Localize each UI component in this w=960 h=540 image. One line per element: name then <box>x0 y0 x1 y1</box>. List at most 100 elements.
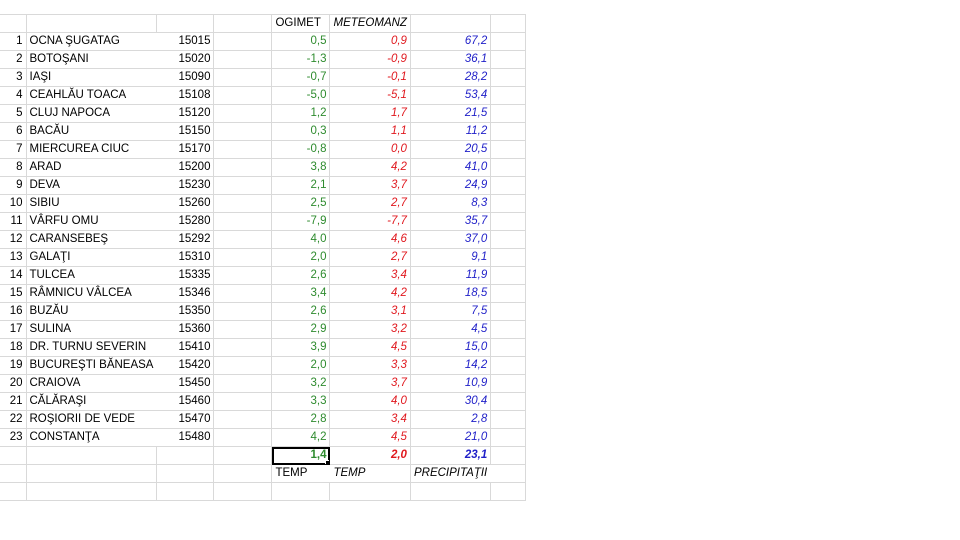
cell[interactable] <box>490 464 527 483</box>
station-name[interactable]: ARAD <box>26 158 157 177</box>
station-name[interactable]: MIERCUREA CIUC <box>26 140 157 159</box>
precip-value[interactable]: 41,0 <box>410 158 492 177</box>
station-code[interactable]: 15350 <box>156 302 215 321</box>
ogimet-value[interactable]: 3,4 <box>271 284 331 303</box>
meteomanz-value[interactable]: -0,1 <box>329 68 411 87</box>
precip-value[interactable]: 24,9 <box>410 176 492 195</box>
ogimet-value[interactable]: 4,2 <box>271 428 331 447</box>
meteomanz-value[interactable]: -0,9 <box>329 50 411 69</box>
cell[interactable] <box>490 374 527 393</box>
cell[interactable] <box>490 248 527 267</box>
station-code[interactable]: 15335 <box>156 266 215 285</box>
precip-value[interactable]: 53,4 <box>410 86 492 105</box>
row-number[interactable]: 11 <box>0 212 27 231</box>
cell[interactable] <box>490 86 527 105</box>
station-code[interactable]: 15420 <box>156 356 215 375</box>
header-meteomanz[interactable]: METEOMANZ <box>329 14 411 33</box>
ogimet-value[interactable]: 3,3 <box>271 392 331 411</box>
station-code[interactable]: 15015 <box>156 32 215 51</box>
cell[interactable] <box>410 482 492 501</box>
row-number[interactable]: 6 <box>0 122 27 141</box>
cell[interactable] <box>490 230 527 249</box>
station-name[interactable]: TULCEA <box>26 266 157 285</box>
cell[interactable] <box>490 338 527 357</box>
ogimet-value[interactable]: 0,5 <box>271 32 331 51</box>
meteomanz-value[interactable]: 4,0 <box>329 392 411 411</box>
meteomanz-value[interactable]: -7,7 <box>329 212 411 231</box>
cell[interactable] <box>490 122 527 141</box>
ogimet-value[interactable]: -1,3 <box>271 50 331 69</box>
meteomanz-value[interactable]: 3,4 <box>329 410 411 429</box>
cell[interactable] <box>490 266 527 285</box>
station-code[interactable]: 15410 <box>156 338 215 357</box>
station-name[interactable]: DEVA <box>26 176 157 195</box>
cell[interactable] <box>490 194 527 213</box>
cell[interactable] <box>0 464 27 483</box>
cell[interactable] <box>0 446 27 465</box>
station-name[interactable]: BACĂU <box>26 122 157 141</box>
meteomanz-value[interactable]: 1,1 <box>329 122 411 141</box>
precip-value[interactable]: 37,0 <box>410 230 492 249</box>
ogimet-value[interactable]: 4,0 <box>271 230 331 249</box>
cell[interactable] <box>213 140 273 159</box>
station-code[interactable]: 15360 <box>156 320 215 339</box>
cell[interactable] <box>213 374 273 393</box>
station-name[interactable]: IAŞI <box>26 68 157 87</box>
cell[interactable] <box>490 68 527 87</box>
cell[interactable] <box>213 464 273 483</box>
station-code[interactable]: 15150 <box>156 122 215 141</box>
cell[interactable] <box>213 158 273 177</box>
precip-value[interactable]: 2,8 <box>410 410 492 429</box>
meteomanz-value[interactable]: 4,6 <box>329 230 411 249</box>
cell[interactable] <box>490 158 527 177</box>
ogimet-value[interactable]: 2,9 <box>271 320 331 339</box>
cell[interactable] <box>490 446 527 465</box>
precip-value[interactable]: 15,0 <box>410 338 492 357</box>
header-ogimet[interactable]: OGIMET <box>271 14 331 33</box>
meteomanz-value[interactable]: 0,9 <box>329 32 411 51</box>
precip-value[interactable]: 10,9 <box>410 374 492 393</box>
station-code[interactable]: 15260 <box>156 194 215 213</box>
station-code[interactable]: 15020 <box>156 50 215 69</box>
cell[interactable] <box>156 464 215 483</box>
cell[interactable] <box>213 356 273 375</box>
precip-value[interactable]: 4,5 <box>410 320 492 339</box>
ogimet-value[interactable]: 2,1 <box>271 176 331 195</box>
ogimet-value[interactable]: -5,0 <box>271 86 331 105</box>
station-code[interactable]: 15310 <box>156 248 215 267</box>
station-name[interactable]: SIBIU <box>26 194 157 213</box>
cell[interactable] <box>490 302 527 321</box>
station-code[interactable]: 15200 <box>156 158 215 177</box>
cell[interactable] <box>213 176 273 195</box>
station-code[interactable]: 15170 <box>156 140 215 159</box>
row-number[interactable]: 13 <box>0 248 27 267</box>
meteomanz-value[interactable]: 2,7 <box>329 248 411 267</box>
station-code[interactable]: 15460 <box>156 392 215 411</box>
cell[interactable] <box>490 392 527 411</box>
meteomanz-value[interactable]: 4,2 <box>329 284 411 303</box>
row-number[interactable]: 5 <box>0 104 27 123</box>
station-name[interactable]: BOTOŞANI <box>26 50 157 69</box>
station-name[interactable]: CONSTANŢA <box>26 428 157 447</box>
cell[interactable] <box>156 482 215 501</box>
row-number[interactable]: 19 <box>0 356 27 375</box>
cell[interactable] <box>213 482 273 501</box>
row-number[interactable]: 15 <box>0 284 27 303</box>
total-meteomanz[interactable]: 2,0 <box>329 446 411 465</box>
ogimet-value[interactable]: 2,6 <box>271 266 331 285</box>
row-number[interactable]: 3 <box>0 68 27 87</box>
station-name[interactable]: DR. TURNU SEVERIN <box>26 338 157 357</box>
precip-value[interactable]: 8,3 <box>410 194 492 213</box>
cell[interactable] <box>213 230 273 249</box>
station-code[interactable]: 15480 <box>156 428 215 447</box>
cell[interactable] <box>490 212 527 231</box>
footer-precip-label[interactable]: PRECIPITAŢII <box>410 464 491 483</box>
station-name[interactable]: CLUJ NAPOCA <box>26 104 157 123</box>
row-number[interactable]: 14 <box>0 266 27 285</box>
cell[interactable] <box>490 140 527 159</box>
station-code[interactable]: 15230 <box>156 176 215 195</box>
row-number[interactable]: 18 <box>0 338 27 357</box>
station-name[interactable]: ROŞIORII DE VEDE <box>26 410 157 429</box>
cell[interactable] <box>490 356 527 375</box>
meteomanz-value[interactable]: -5,1 <box>329 86 411 105</box>
